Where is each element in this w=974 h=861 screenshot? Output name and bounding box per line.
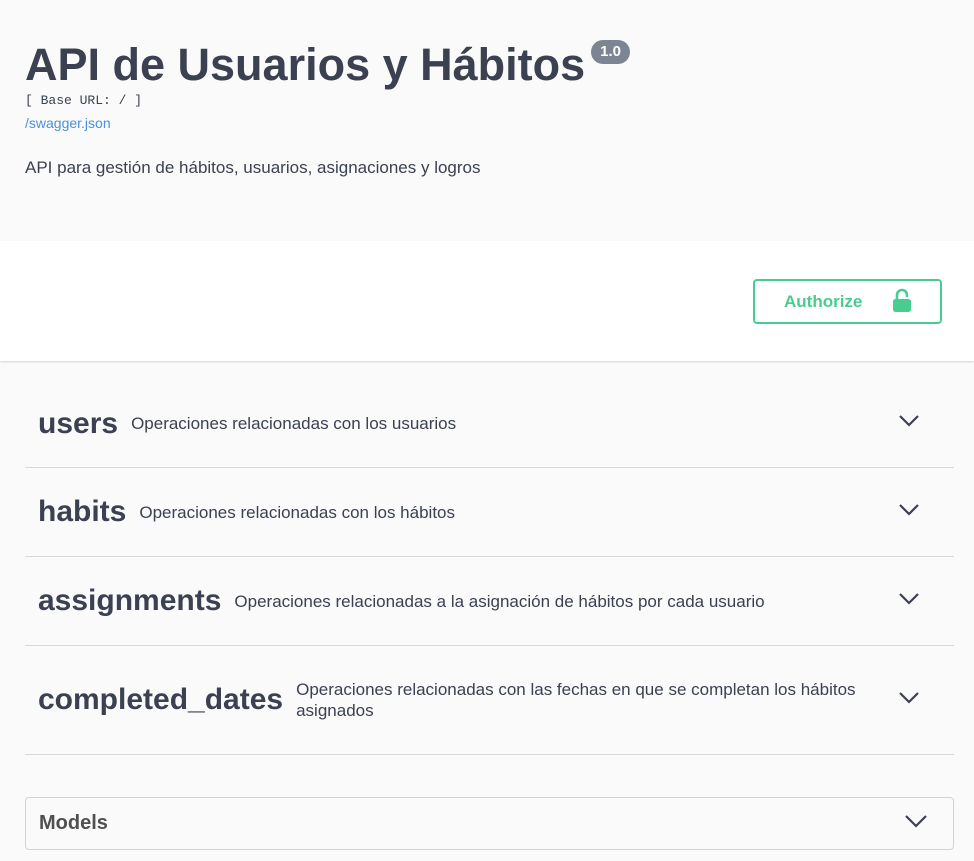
tag-description: Operaciones relacionadas con las fechas … (296, 680, 856, 720)
models-title: Models (39, 812, 108, 834)
swagger-json-link[interactable]: /swagger.json (25, 115, 111, 131)
version-badge: 1.0 (591, 40, 631, 64)
tag-section-completed-dates[interactable]: completed_dates Operaciones relacionadas… (25, 646, 954, 755)
tag-name: completed_dates (38, 683, 284, 716)
chevron-down-icon[interactable] (898, 414, 920, 433)
tag-name: habits (38, 495, 127, 528)
tag-name: users (38, 406, 119, 440)
chevron-down-icon[interactable] (904, 814, 928, 834)
authorize-label: Authorize (784, 291, 863, 311)
chevron-down-icon[interactable] (898, 691, 920, 710)
api-info-section: API de Usuarios y Hábitos 1.0 [ Base URL… (0, 0, 974, 241)
models-section[interactable]: Models (25, 797, 954, 850)
title-row: API de Usuarios y Hábitos 1.0 (25, 38, 631, 92)
tag-name: assignments (38, 584, 222, 617)
unlocked-padlock-icon (892, 288, 912, 319)
page-title: API de Usuarios y Hábitos (25, 39, 586, 90)
tag-description: Operaciones relacionadas con los usuario… (131, 414, 457, 433)
tag-description: Operaciones relacionadas con los hábitos (139, 502, 455, 522)
authorize-button[interactable]: Authorize (753, 279, 942, 324)
tag-section-assignments[interactable]: assignments Operaciones relacionadas a l… (25, 557, 954, 646)
tag-list: users Operaciones relacionadas con los u… (25, 380, 954, 755)
api-description: API para gestión de hábitos, usuarios, a… (25, 158, 481, 177)
chevron-down-icon[interactable] (898, 503, 920, 522)
tag-section-users[interactable]: users Operaciones relacionadas con los u… (25, 380, 954, 468)
tag-section-habits[interactable]: habits Operaciones relacionadas con los … (25, 468, 954, 557)
base-url: [ Base URL: / ] (25, 93, 143, 108)
tag-description: Operaciones relacionadas a la asignación… (234, 591, 765, 611)
chevron-down-icon[interactable] (898, 592, 920, 611)
